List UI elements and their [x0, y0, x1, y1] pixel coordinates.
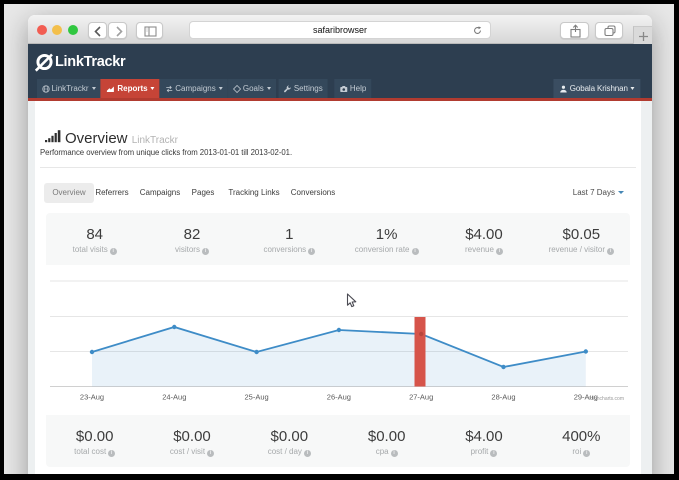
svg-text:24-Aug: 24-Aug [162, 393, 186, 402]
svg-text:Highcharts.com: Highcharts.com [589, 396, 624, 402]
svg-text:28-Aug: 28-Aug [491, 393, 515, 402]
svg-text:25-Aug: 25-Aug [245, 393, 269, 402]
svg-text:26-Aug: 26-Aug [327, 393, 351, 402]
svg-text:23-Aug: 23-Aug [80, 393, 104, 402]
svg-text:27-Aug: 27-Aug [409, 393, 433, 402]
